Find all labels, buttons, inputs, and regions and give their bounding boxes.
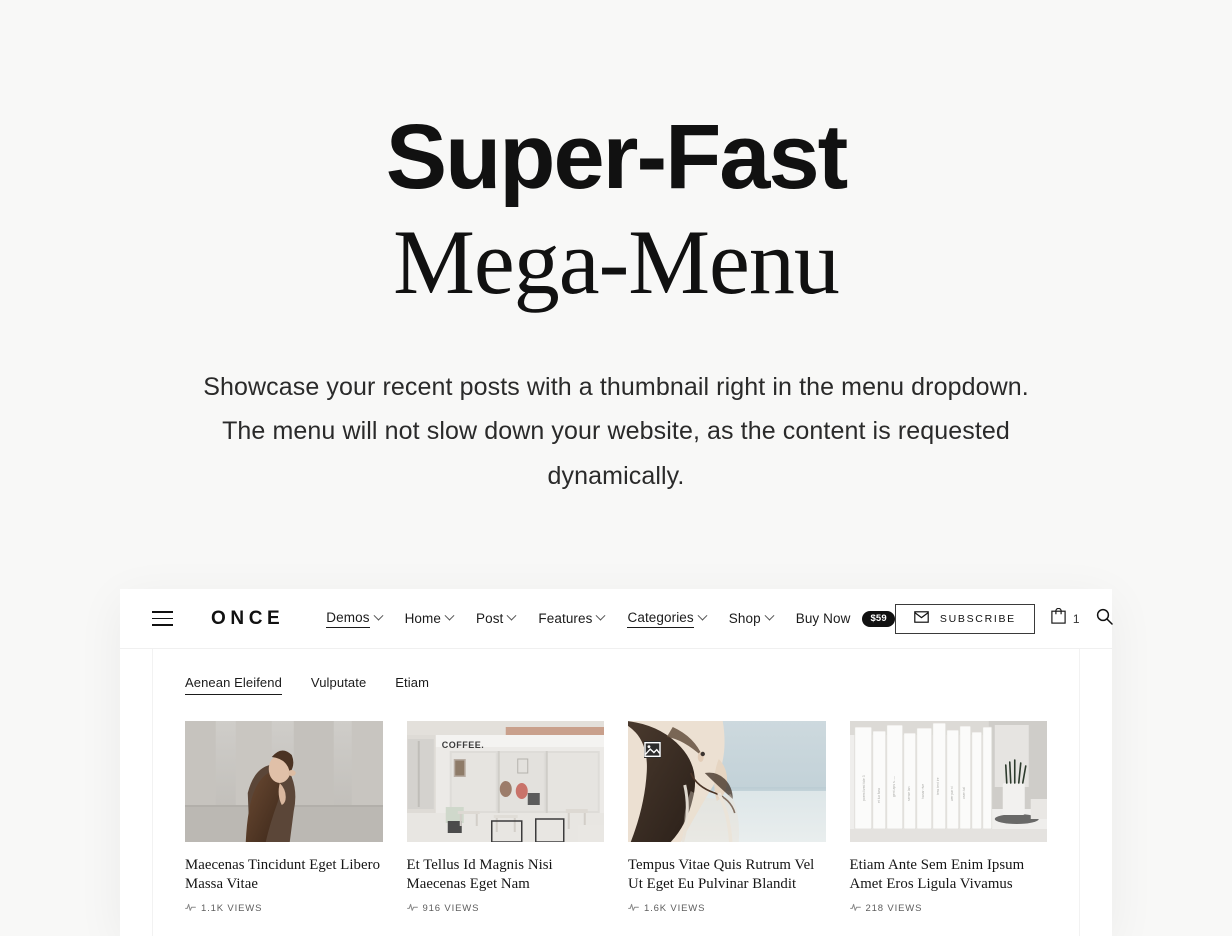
post-title: Etiam Ante Sem Enim Ipsum Amet Eros Ligu… — [849, 857, 1025, 892]
chevron-down-icon — [506, 610, 517, 621]
svg-text:hanar rive: hanar rive — [920, 784, 924, 799]
post-views-label: 916 VIEWS — [422, 903, 480, 915]
woman-back-at-beach-image — [628, 721, 826, 842]
svg-text:tess tent ire: tess tent ire — [935, 777, 939, 795]
nav-item-shop-label: Shop — [728, 611, 761, 626]
activity-pulse-icon — [406, 903, 418, 915]
post-thumbnail — [628, 721, 826, 842]
activity-pulse-icon — [628, 903, 639, 915]
nav-item-demos[interactable]: Demos — [326, 610, 384, 628]
svg-text:COFFEE.: COFFEE. — [441, 740, 484, 750]
post-card[interactable]: Maecenas Tincidunt Eget Libero Massa Vit… — [185, 721, 383, 915]
tab-etiam[interactable]: Etiam — [395, 675, 429, 695]
svg-text:gent aps s. —: gent aps s. — — [891, 775, 895, 797]
mega-menu-tabs: Aenean Eleifend Vulputate Etiam — [185, 675, 1047, 695]
post-views-label: 218 VIEWS — [865, 903, 923, 915]
activity-pulse-icon — [849, 903, 861, 915]
post-card[interactable]: COFFEE. Et Tellus Id Magnis Nisi Maecena… — [406, 721, 605, 915]
nav-item-demos-label: Demos — [326, 610, 370, 628]
page-title-line-2: Mega-Menu — [393, 211, 840, 314]
tab-aenean-eleifend[interactable]: Aenean Eleifend — [185, 675, 282, 695]
broken-image-placeholder-icon — [644, 741, 661, 758]
shopping-bag-icon — [1051, 607, 1066, 629]
post-views: 1.1K VIEWS — [185, 903, 383, 915]
site-logo[interactable]: ONCE — [211, 608, 284, 630]
nav-item-features[interactable]: Features — [538, 610, 606, 626]
price-badge: $59 — [862, 610, 895, 627]
woman-against-concrete-wall-image — [185, 721, 383, 842]
page-title-line-1: Super-Fast — [385, 106, 849, 208]
chevron-down-icon — [444, 610, 455, 621]
search-button[interactable] — [1096, 608, 1113, 630]
nav-item-post[interactable]: Post — [475, 610, 517, 626]
hero-subtitle: Showcase your recent posts with a thumbn… — [203, 372, 1029, 490]
chevron-down-icon — [596, 610, 606, 621]
chevron-down-icon — [373, 610, 384, 621]
post-views-label: 1.6K VIEWS — [644, 903, 706, 915]
cart-button[interactable]: 1 — [1051, 607, 1080, 629]
navbar-actions: SUBSCRIBE 1 — [894, 603, 1113, 634]
post-card[interactable]: Tempus Vitae Quis Rutrum Vel Ut Eget Eu … — [628, 721, 826, 915]
svg-text:et lux fara: et lux fara — [876, 788, 880, 803]
post-views: 1.6K VIEWS — [628, 903, 826, 915]
post-views: 916 VIEWS — [406, 903, 605, 915]
post-title: Maecenas Tincidunt Eget Libero Massa Vit… — [185, 857, 381, 892]
nav-item-home[interactable]: Home — [404, 610, 455, 626]
hamburger-icon[interactable] — [152, 611, 173, 626]
subscribe-button[interactable]: SUBSCRIBE — [894, 603, 1035, 634]
chevron-down-icon — [697, 610, 708, 621]
primary-nav: Demos Home Post Features Categories Shop — [326, 610, 895, 628]
post-views: 218 VIEWS — [849, 903, 1048, 915]
post-title: Et Tellus Id Magnis Nisi Maecenas Eget N… — [406, 857, 553, 892]
post-thumbnail: COFFEE. — [406, 721, 604, 842]
search-icon — [1096, 608, 1113, 630]
activity-pulse-icon — [185, 903, 196, 915]
white-coffee-shop-storefront-image: COFFEE. — [406, 721, 604, 842]
svg-text:wer par vi: wer par vi — [949, 786, 953, 801]
post-card[interactable]: poem lived tide 3 et lux fara gent aps s… — [849, 721, 1048, 915]
subscribe-button-label: SUBSCRIBE — [939, 612, 1016, 625]
nav-item-categories[interactable]: Categories — [627, 610, 708, 628]
post-views-label: 1.1K VIEWS — [201, 903, 263, 915]
cart-count: 1 — [1072, 611, 1080, 626]
mega-menu-post-grid: Maecenas Tincidunt Eget Libero Massa Vit… — [185, 721, 1047, 915]
post-title: Tempus Vitae Quis Rutrum Vel Ut Eget Eu … — [628, 857, 815, 892]
post-thumbnail — [185, 721, 383, 842]
nav-item-buy-now[interactable]: Buy Now $59 — [795, 610, 895, 627]
white-books-on-shelf-image: poem lived tide 3 et lux fara gent aps s… — [849, 721, 1047, 842]
nav-item-buy-now-label: Buy Now — [795, 611, 851, 626]
tab-vulputate[interactable]: Vulputate — [311, 675, 366, 695]
svg-text:osen tal: osen tal — [961, 787, 965, 799]
envelope-icon — [914, 611, 929, 626]
site-navbar: ONCE Demos Home Post Features Categories — [120, 589, 1113, 649]
site-preview-card: ONCE Demos Home Post Features Categories — [120, 589, 1113, 936]
chevron-down-icon — [764, 610, 775, 621]
nav-item-home-label: Home — [404, 611, 441, 626]
post-thumbnail: poem lived tide 3 et lux fara gent aps s… — [849, 721, 1047, 842]
svg-text:sense lan: sense lan — [906, 786, 910, 801]
nav-item-features-label: Features — [538, 611, 593, 626]
svg-text:poem lived tide 3: poem lived tide 3 — [861, 775, 865, 801]
mega-menu-dropdown: Aenean Eleifend Vulputate Etiam Maecenas… — [152, 649, 1080, 936]
nav-item-categories-label: Categories — [627, 610, 694, 628]
page-title: Super-Fast Mega-Menu — [0, 106, 1232, 314]
nav-item-post-label: Post — [475, 611, 504, 626]
nav-item-shop[interactable]: Shop — [728, 610, 775, 626]
hero-section: Super-Fast Mega-Menu Showcase your recen… — [0, 0, 1232, 498]
